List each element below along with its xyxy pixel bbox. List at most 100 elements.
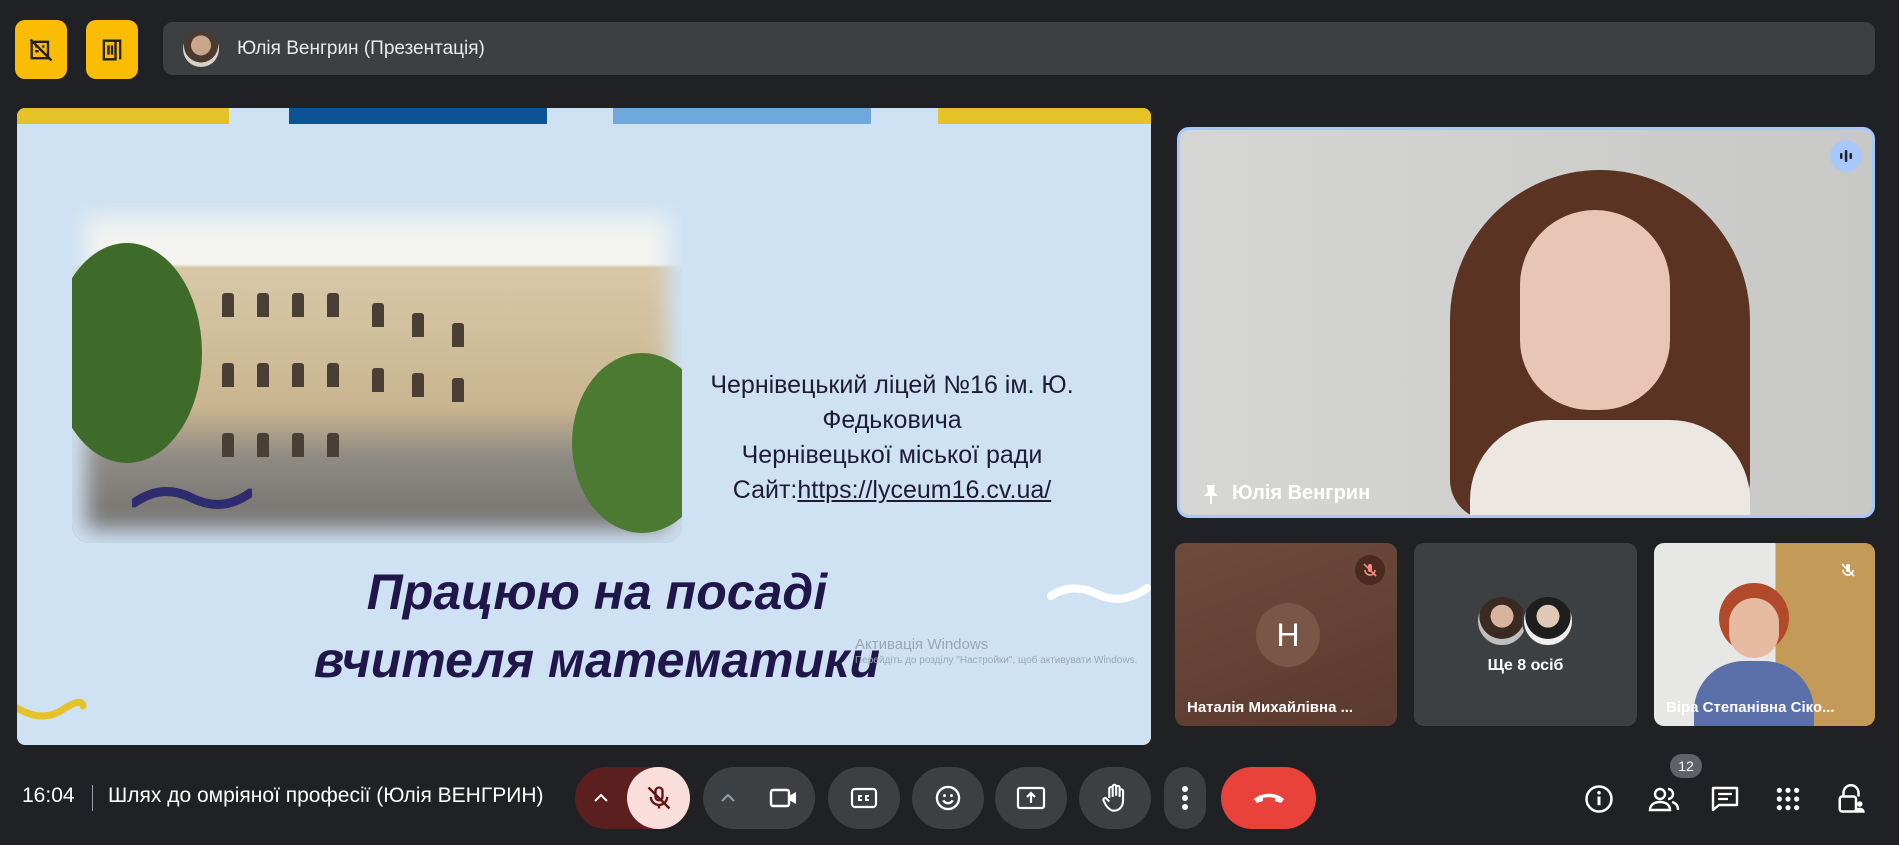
building-window (257, 293, 269, 317)
meeting-title: Шлях до омріяної професії (Юлія ВЕНГРИН) (108, 784, 544, 807)
building-window (452, 378, 464, 402)
school-info-line3: Чернівецької міської ради (741, 441, 1043, 469)
emoji-icon (935, 785, 961, 811)
video-shirt-shape (1694, 661, 1814, 726)
chat-button[interactable] (1703, 777, 1747, 821)
main-participant-name: Юлія Венгрин (1232, 482, 1371, 504)
pin-icon[interactable] (1202, 483, 1220, 505)
layout-icon (102, 39, 122, 60)
building-window (257, 433, 269, 457)
chevron-up-icon (721, 793, 735, 802)
school-info: Чернівецький ліцей №16 ім. Ю. Федьковича… (672, 368, 1112, 508)
muted-icon (1833, 555, 1863, 585)
main-participant-label: Юлія Венгрин (1202, 482, 1370, 505)
building-window (372, 368, 384, 392)
building-window (452, 323, 464, 347)
building-window (412, 373, 424, 397)
avatar (1522, 595, 1574, 647)
chevron-up-icon (594, 793, 608, 802)
presenter-bar[interactable]: Юлія Венгрин (Презентація) (163, 22, 1875, 75)
site-prefix: Сайт: (732, 476, 798, 504)
photo-squiggle (132, 487, 252, 509)
raise-hand-button[interactable] (1079, 767, 1151, 829)
building-window (222, 433, 234, 457)
stripe-yellow-left (17, 108, 229, 124)
meeting-details-button[interactable] (1577, 777, 1621, 821)
host-controls-button[interactable] (1829, 777, 1873, 821)
participant-name: Наталія Михайлівна ... (1187, 699, 1354, 716)
activities-button[interactable] (1766, 777, 1810, 821)
people-icon (1648, 787, 1680, 812)
present-screen-icon (1016, 786, 1046, 810)
more-vert-icon (1182, 786, 1188, 810)
leave-call-button[interactable] (1221, 767, 1316, 829)
clock: 16:04 (22, 784, 75, 807)
building-window (327, 363, 339, 387)
building-window (327, 293, 339, 317)
building-window (327, 433, 339, 457)
hand-icon (1102, 783, 1125, 812)
site-link[interactable]: https://lyceum16.cv.ua/ (797, 476, 1051, 504)
more-participants-label: Ще 8 осіб (1487, 657, 1564, 674)
squiggle-white (1047, 584, 1151, 603)
mic-toggle-button[interactable] (627, 767, 690, 829)
mic-off-icon (647, 786, 670, 810)
main-video-tile[interactable]: Юлія Венгрин (1177, 127, 1875, 518)
watermark-text: Перейдіть до розділу "Настройки", щоб ак… (855, 655, 1138, 666)
school-info-line1: Чернівецький ліцей №16 ім. Ю. (710, 371, 1074, 399)
participant-tile[interactable]: Н Наталія Михайлівна ... (1175, 543, 1397, 726)
school-info-line2: Федьковича (822, 406, 962, 434)
participant-count-badge: 12 (1670, 754, 1702, 778)
stripe-darkblue (289, 108, 547, 124)
building-window (412, 313, 424, 337)
stripe-lightblue (613, 108, 871, 124)
camera-control (703, 767, 815, 829)
video-shirt-shape (1470, 420, 1750, 515)
tree-left (72, 243, 202, 463)
camera-options-button[interactable] (703, 767, 753, 829)
building-window (257, 363, 269, 387)
building-window (292, 433, 304, 457)
windows-activation-watermark: Активація Windows Перейдіть до розділу "… (855, 636, 1151, 668)
more-participants-tile[interactable]: Ще 8 осіб (1414, 543, 1637, 726)
building-window (292, 293, 304, 317)
hang-up-icon (1253, 793, 1284, 803)
lock-person-icon (1838, 784, 1865, 813)
school-photo (72, 203, 682, 543)
apps-grid-icon (1776, 787, 1800, 811)
more-options-button[interactable] (1164, 767, 1206, 829)
building-window (222, 293, 234, 317)
hide-tile-button[interactable] (15, 20, 67, 79)
info-icon (1585, 785, 1613, 813)
building-window (292, 363, 304, 387)
people-button[interactable] (1642, 777, 1686, 821)
camera-icon (769, 788, 796, 808)
avatar: Н (1256, 603, 1320, 667)
slide-title: Працюю на посаді вчителя математики (17, 558, 1151, 694)
video-face-shape (1520, 210, 1670, 410)
presenter-name: Юлія Венгрин (Презентація) (237, 37, 485, 59)
layout-button[interactable] (86, 20, 138, 79)
captions-icon (850, 787, 878, 809)
captions-button[interactable] (828, 767, 900, 829)
avatar (1476, 595, 1528, 647)
hide-video-icon (29, 38, 53, 61)
chat-icon (1711, 786, 1739, 812)
participant-name: Віра Степанівна Сіко... (1666, 699, 1835, 716)
participant-tile[interactable]: Віра Степанівна Сіко... (1654, 543, 1875, 726)
mic-options-button[interactable] (575, 767, 627, 829)
more-avatars (1476, 595, 1574, 647)
reactions-button[interactable] (912, 767, 984, 829)
stripe-yellow-right (938, 108, 1151, 124)
slide-title-line1: Працюю на посаді (366, 564, 828, 620)
divider (92, 785, 93, 811)
participant-video (1450, 150, 1750, 515)
present-button[interactable] (995, 767, 1067, 829)
presentation-slide: Чернівецький ліцей №16 ім. Ю. Федьковича… (17, 108, 1151, 745)
camera-toggle-button[interactable] (753, 767, 815, 829)
building-window (222, 363, 234, 387)
school-site: Сайт:https://lyceum16.cv.ua/ (672, 473, 1112, 508)
video-face-shape (1729, 598, 1779, 658)
speaking-indicator-icon (1830, 140, 1862, 172)
squiggle-yellow (17, 698, 87, 720)
